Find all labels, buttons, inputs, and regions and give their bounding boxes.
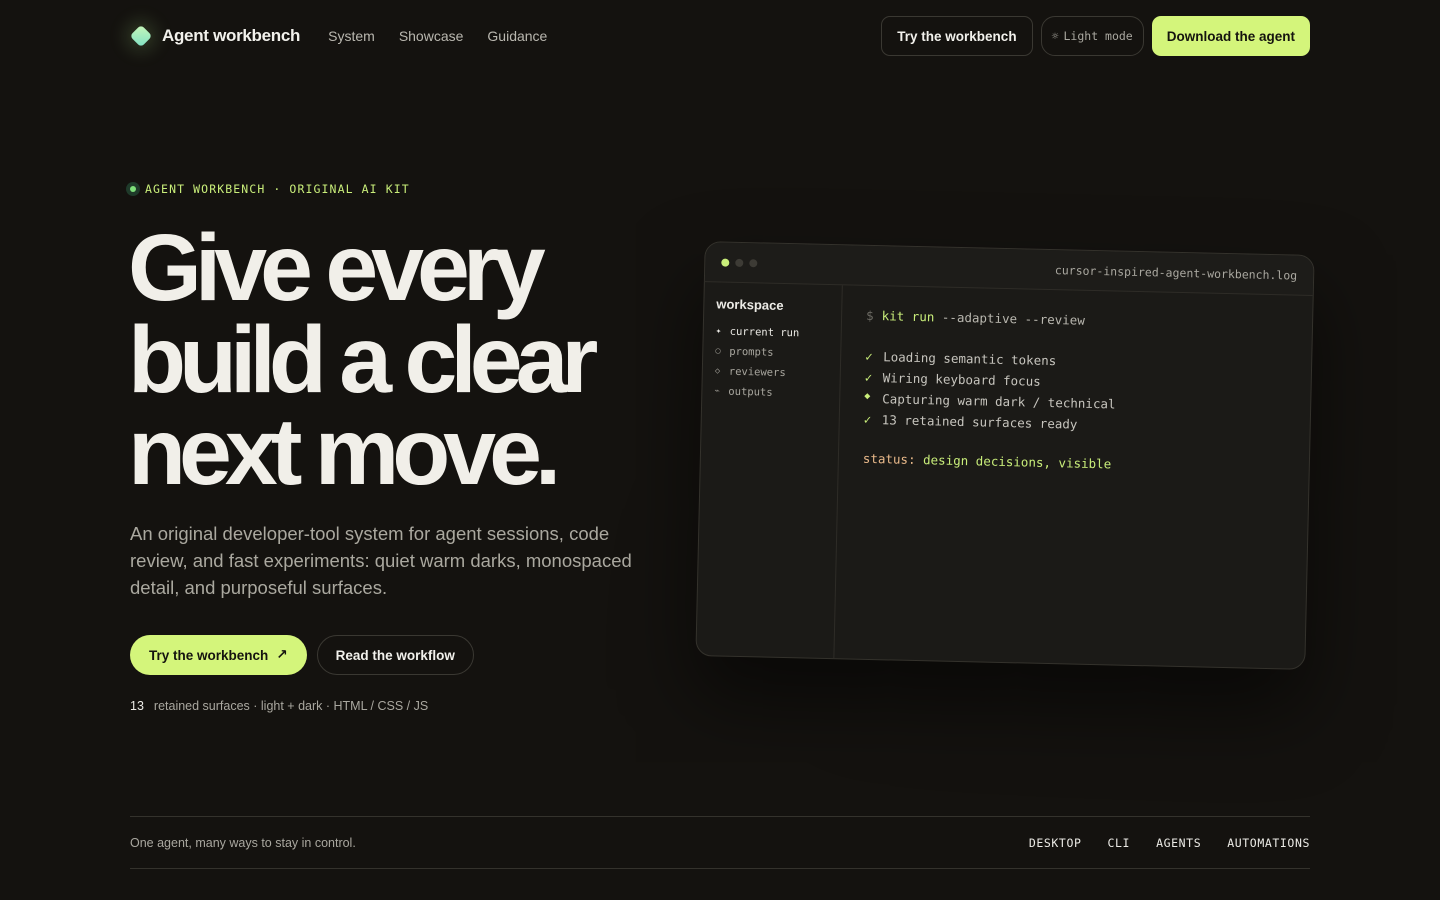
command-args: --adaptive --review xyxy=(941,309,1086,328)
sidebar-item-prompts[interactable]: ○ prompts xyxy=(715,345,828,360)
tag-desktop[interactable]: DESKTOP xyxy=(1029,836,1082,850)
check-icon: ✓ xyxy=(864,369,873,385)
download-agent-button[interactable]: Download the agent xyxy=(1151,16,1310,56)
tag-agents[interactable]: AGENTS xyxy=(1156,836,1201,850)
window-dot-icon xyxy=(721,258,730,267)
terminal-window: cursor-inspired-agent-workbench.log work… xyxy=(695,241,1315,670)
nav-links: System Showcase Guidance xyxy=(328,28,547,44)
hero-try-label: Try the workbench xyxy=(149,647,269,663)
sidebar-item-reviewers[interactable]: ◇ reviewers xyxy=(715,365,828,380)
headline-line-2: build a clear xyxy=(128,307,598,413)
headline-line-3: next move. xyxy=(128,399,561,505)
nav-link-system[interactable]: System xyxy=(328,28,375,44)
check-icon: ✓ xyxy=(863,411,872,427)
log-line: ✓ Wiring keyboard focus xyxy=(865,370,1287,395)
log-line: ✓ Loading semantic tokens xyxy=(865,349,1287,374)
hero-meta: 13 retained surfaces · light + dark · HT… xyxy=(130,699,428,713)
sidebar-item-label: prompts xyxy=(729,345,774,359)
strip-tagline: One agent, many ways to stay in control. xyxy=(130,835,356,850)
theme-toggle-button[interactable]: ☼ Light mode xyxy=(1040,16,1144,56)
status-dot-icon xyxy=(126,182,140,196)
log-line-text: Loading semantic tokens xyxy=(883,349,1057,369)
sidebar-item-outputs[interactable]: ⌁ outputs xyxy=(714,385,827,400)
meta-count: 13 xyxy=(130,699,144,713)
diamond-icon: ◇ xyxy=(714,366,721,377)
log-line: ◆ Capturing warm dark / technical xyxy=(864,391,1286,416)
tag-cli[interactable]: CLI xyxy=(1108,836,1131,850)
brand[interactable]: Agent workbench xyxy=(130,25,300,47)
status-value: design decisions, visible xyxy=(922,452,1112,472)
window-dot-icon xyxy=(735,258,744,267)
log-line: ✓ 13 retained surfaces ready xyxy=(864,412,1286,437)
terminal-preview: cursor-inspired-agent-workbench.log work… xyxy=(695,241,1315,670)
try-workbench-button[interactable]: Try the workbench xyxy=(881,16,1033,56)
hero-try-workbench-button[interactable]: Try the workbench ↗ xyxy=(130,635,307,675)
headline-line-1: Give every xyxy=(128,215,546,321)
hero-cta-group: Try the workbench ↗ Read the workflow xyxy=(130,635,474,675)
brand-name: Agent workbench xyxy=(162,26,301,45)
hero-headline: Give every build a clear next move. xyxy=(128,215,688,505)
tag-automations[interactable]: AUTOMATIONS xyxy=(1227,836,1310,850)
window-dot-icon xyxy=(749,258,758,267)
log-line-text: 13 retained surfaces ready xyxy=(881,412,1078,432)
terminal-status: status: design decisions, visible xyxy=(863,451,1285,476)
hero-eyebrow: AGENT WORKBENCH · ORIGINAL AI KIT xyxy=(126,182,410,196)
read-workflow-button[interactable]: Read the workflow xyxy=(316,635,474,675)
theme-toggle-label: Light mode xyxy=(1063,29,1133,43)
terminal-filename: cursor-inspired-agent-workbench.log xyxy=(1054,262,1298,283)
nav-link-guidance[interactable]: Guidance xyxy=(487,28,547,44)
log-line-text: Wiring keyboard focus xyxy=(882,370,1041,389)
circle-icon: ○ xyxy=(715,346,721,357)
command-keyword: kit run xyxy=(881,308,935,325)
arrow-icon: ⌁ xyxy=(714,386,720,397)
diamond-filled-icon: ◆ xyxy=(864,390,871,402)
meta-text: retained surfaces · light + dark · HTML … xyxy=(153,699,429,713)
terminal-sidebar: workspace ✦ current run ○ prompts ◇ revi… xyxy=(696,282,843,659)
sidebar-item-current-run[interactable]: ✦ current run xyxy=(716,325,829,340)
nav-link-showcase[interactable]: Showcase xyxy=(399,28,464,44)
sidebar-item-label: outputs xyxy=(728,385,773,399)
logo-diamond-icon xyxy=(130,25,152,47)
platform-strip: One agent, many ways to stay in control.… xyxy=(130,816,1310,869)
sidebar-item-label: reviewers xyxy=(728,365,786,380)
platform-tags: DESKTOP CLI AGENTS AUTOMATIONS xyxy=(1029,836,1310,850)
status-key: status: xyxy=(862,450,916,467)
sparkle-icon: ✦ xyxy=(715,326,722,337)
terminal-body: workspace ✦ current run ○ prompts ◇ revi… xyxy=(696,282,1312,669)
terminal-output: $ kit run --adaptive --review ✓ Loading s… xyxy=(834,285,1312,669)
hero-lede: An original developer-tool system for ag… xyxy=(130,523,632,598)
prompt-symbol: $ xyxy=(865,307,874,323)
sidebar-title: workspace xyxy=(716,296,784,313)
arrow-up-right-icon: ↗ xyxy=(276,647,288,662)
sun-icon: ☼ xyxy=(1051,29,1059,43)
check-icon: ✓ xyxy=(865,348,873,364)
log-line-text: Capturing warm dark / technical xyxy=(882,391,1116,412)
top-nav: Agent workbench System Showcase Guidance… xyxy=(130,16,1310,56)
sidebar-item-label: current run xyxy=(729,325,800,340)
nav-actions: Try the workbench ☼ Light mode Download … xyxy=(881,16,1310,56)
eyebrow-text: AGENT WORKBENCH · ORIGINAL AI KIT xyxy=(145,182,410,196)
terminal-command: $ kit run --adaptive --review xyxy=(866,308,1288,333)
